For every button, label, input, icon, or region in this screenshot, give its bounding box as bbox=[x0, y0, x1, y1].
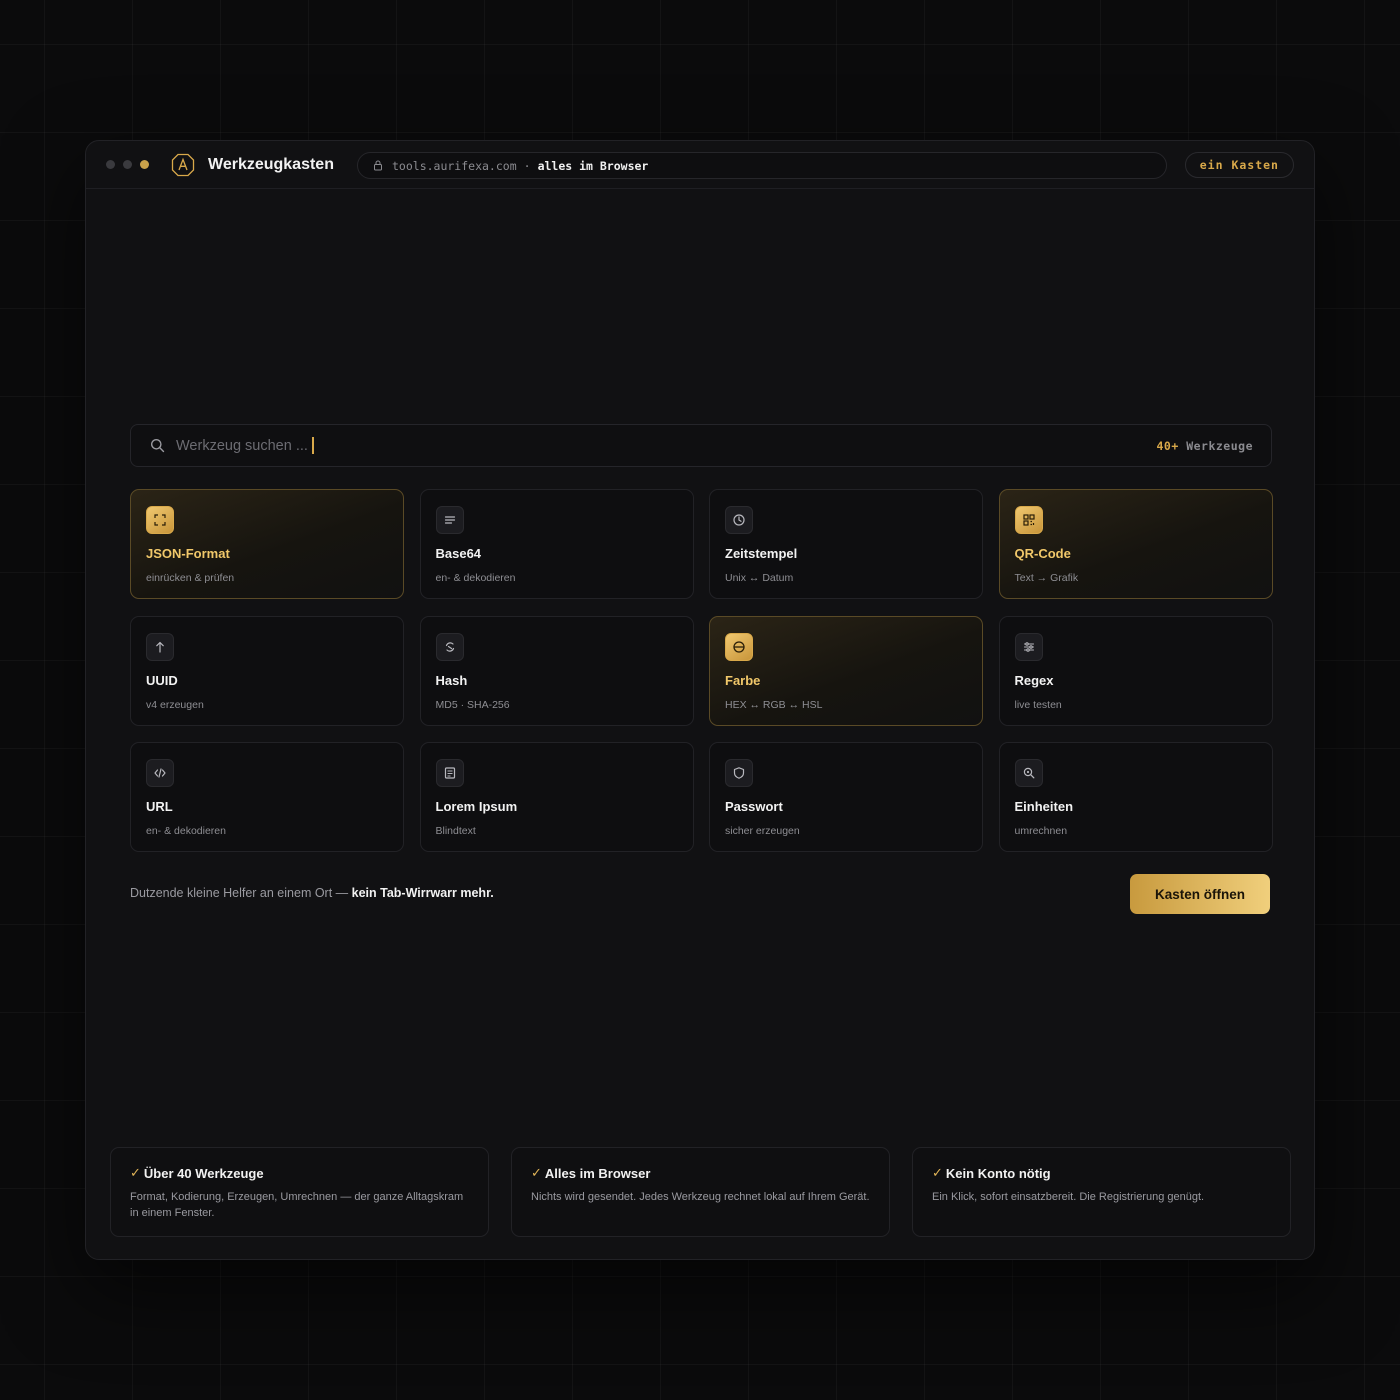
tool-description: Unix ↔ Datum bbox=[725, 572, 794, 584]
tool-description: sicher erzeugen bbox=[725, 825, 800, 837]
tool-card-base64[interactable]: Base64 en- & dekodieren bbox=[419, 489, 694, 599]
feature-title-text: Kein Konto nötig bbox=[945, 1165, 1051, 1181]
tool-name: Farbe bbox=[725, 672, 761, 688]
tool-name: JSON-Format bbox=[146, 546, 230, 561]
maximize-dot[interactable] bbox=[140, 160, 149, 169]
tool-card-lorem-ipsum[interactable]: Lorem Ipsum Blindtext bbox=[419, 742, 694, 852]
feature-card: ✓ Über 40 Werkzeuge Format, Kodierung, Erz… bbox=[110, 1147, 489, 1237]
arrow-up-icon bbox=[146, 632, 174, 661]
tool-description: umrechnen bbox=[1014, 825, 1068, 837]
window-controls bbox=[106, 160, 149, 169]
feature-list: ✓ Über 40 Werkzeuge Format, Kodierung, Erz… bbox=[110, 1147, 1291, 1237]
tool-name: Lorem Ipsum bbox=[435, 799, 518, 814]
tool-card-passwort[interactable]: Passwort sicher erzeugen bbox=[709, 742, 983, 852]
tool-card-regex[interactable]: Regex live testen bbox=[998, 615, 1273, 726]
tool-description: HEX ↔ RGB ↔ HSL bbox=[725, 698, 823, 711]
check-icon: ✓ bbox=[932, 1165, 943, 1180]
close-dot[interactable] bbox=[106, 160, 115, 169]
tool-card-zeitstempel[interactable]: Zeitstempel Unix ↔ Datum bbox=[709, 489, 983, 599]
tool-name: Passwort bbox=[725, 799, 783, 814]
expand-icon bbox=[146, 506, 174, 534]
url-host: tools.aurifexa.com bbox=[392, 158, 517, 173]
tool-description: einrücken & prüfen bbox=[146, 572, 235, 584]
tool-search-input[interactable]: Werkzeug suchen ... 40+ Werkzeuge bbox=[130, 424, 1272, 467]
tool-name: Base64 bbox=[435, 546, 482, 561]
tool-description: Blindtext bbox=[435, 825, 476, 837]
search-icon bbox=[150, 438, 165, 453]
code-icon bbox=[146, 759, 174, 787]
feature-text: Format, Kodierung, Erzeugen, Umrechnen —… bbox=[130, 1191, 464, 1219]
color-circle-icon bbox=[725, 632, 753, 661]
tool-name: UUID bbox=[146, 672, 178, 688]
tool-name: Einheiten bbox=[1014, 799, 1074, 814]
tool-count: 40+ Werkzeuge bbox=[1156, 438, 1253, 453]
search-placeholder: Werkzeug suchen ... bbox=[176, 437, 308, 454]
tool-card-hash[interactable]: Hash MD5 · SHA-256 bbox=[419, 615, 694, 726]
tool-card-json-format[interactable]: JSON-Format einrücken & prüfen bbox=[130, 489, 404, 599]
url-note: alles im Browser bbox=[537, 158, 649, 173]
url-separator: · bbox=[523, 158, 531, 173]
title-bar: Werkzeugkasten tools.aurifexa.com · alle… bbox=[86, 141, 1314, 189]
clock-icon bbox=[725, 506, 753, 534]
check-icon: ✓ bbox=[531, 1165, 542, 1180]
tool-card-uuid[interactable]: UUID v4 erzeugen bbox=[130, 615, 404, 726]
zoom-icon bbox=[1014, 759, 1043, 787]
feature-title-text: Alles im Browser bbox=[544, 1165, 651, 1181]
shield-icon bbox=[725, 759, 753, 787]
feature-title-text: Über 40 Werkzeuge bbox=[143, 1165, 264, 1181]
minimize-dot[interactable] bbox=[123, 160, 132, 169]
qr-icon bbox=[1014, 506, 1043, 534]
feature-text: Nichts wird gesendet. Jedes Werkzeug rec… bbox=[531, 1191, 870, 1203]
address-bar[interactable]: tools.aurifexa.com · alles im Browser bbox=[357, 152, 1167, 179]
tool-grid: JSON-Format einrücken & prüfen Base64 en- &… bbox=[130, 489, 1273, 852]
hash-swirl-icon bbox=[435, 632, 464, 661]
tool-name: Regex bbox=[1014, 672, 1054, 688]
feature-card: ✓ Kein Konto nötig Ein Klick, sofort einsa… bbox=[912, 1147, 1291, 1237]
feature-text: Ein Klick, sofort einsatzbereit. Die Reg… bbox=[932, 1191, 1205, 1203]
tool-card-qr-code[interactable]: QR-Code Text → Grafik bbox=[998, 489, 1273, 599]
document-icon bbox=[435, 759, 464, 787]
feature-title: ✓ Kein Konto nötig bbox=[932, 1165, 1271, 1181]
open-box-button[interactable]: Kasten öffnen bbox=[1130, 874, 1270, 914]
tagline: Dutzende kleine Helfer an einem Ort — ke… bbox=[130, 886, 494, 900]
tool-description: en- & dekodieren bbox=[435, 572, 516, 584]
feature-title: ✓ Über 40 Werkzeuge bbox=[130, 1165, 469, 1181]
feature-title: ✓ Alles im Browser bbox=[531, 1165, 870, 1181]
tool-name: QR-Code bbox=[1014, 546, 1071, 561]
tool-description: live testen bbox=[1014, 698, 1062, 711]
tool-description: en- & dekodieren bbox=[146, 825, 226, 837]
tool-name: URL bbox=[146, 799, 173, 814]
lines-icon bbox=[435, 506, 464, 534]
tool-description: MD5 · SHA-256 bbox=[435, 698, 510, 711]
check-icon: ✓ bbox=[130, 1165, 141, 1180]
sliders-icon bbox=[1014, 632, 1043, 661]
text-caret bbox=[311, 437, 314, 454]
app-logo-icon bbox=[171, 153, 195, 177]
tool-name: Zeitstempel bbox=[725, 546, 798, 561]
tool-name: Hash bbox=[435, 672, 468, 688]
app-title: Werkzeugkasten bbox=[208, 155, 334, 173]
feature-card: ✓ Alles im Browser Nichts wird gesendet. J… bbox=[511, 1147, 890, 1237]
app-window: Werkzeugkasten tools.aurifexa.com · alle… bbox=[85, 140, 1315, 1260]
tool-description: Text → Grafik bbox=[1014, 572, 1079, 584]
tool-card-einheiten[interactable]: Einheiten umrechnen bbox=[998, 742, 1273, 852]
tool-card-farbe[interactable]: Farbe HEX ↔ RGB ↔ HSL bbox=[709, 615, 983, 726]
lock-icon bbox=[373, 160, 383, 171]
header-badge: ein Kasten bbox=[1184, 152, 1294, 178]
tool-description: v4 erzeugen bbox=[146, 698, 204, 711]
tool-card-url[interactable]: URL en- & dekodieren bbox=[130, 742, 404, 852]
